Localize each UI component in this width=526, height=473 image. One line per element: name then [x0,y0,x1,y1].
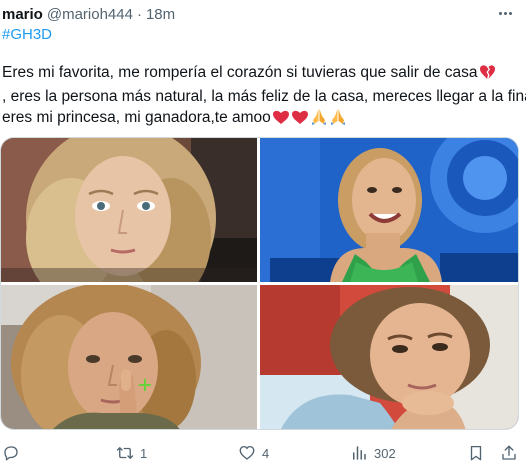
photo-woman-resting-chin[interactable] [260,285,518,429]
author-handle[interactable]: @marioh444 [47,6,133,23]
photo-woman-smiling-green-top[interactable] [260,138,518,282]
bookmark-button[interactable] [467,440,485,466]
media-grid [0,137,519,430]
tweet-timestamp[interactable]: 18m [146,6,175,23]
more-icon[interactable] [494,4,516,22]
retweet-count: 1 [140,445,148,461]
like-count: 4 [262,445,270,461]
retweet-button[interactable]: 1 [116,440,147,466]
red-heart-emoji [272,109,290,131]
like-button[interactable]: 4 [238,440,269,466]
reply-icon [2,444,20,462]
action-bar: 1 4 302 [0,440,526,466]
tweet-text-line-1: Eres mi favorita, me rompería el corazón… [2,62,524,86]
tweet-text-line-3: eres mi princesa, mi ganadora,te amoo [2,107,524,131]
views-count: 302 [374,445,396,461]
share-icon [500,444,518,462]
text-segment: eres mi princesa, mi ganadora,te amoo [2,109,271,126]
tweet-text: Eres mi favorita, me rompería el corazón… [2,62,526,131]
tweet-header: mario @marioh444 · 18m [2,3,175,25]
separator-dot: · [136,5,142,23]
text-segment: Eres mi favorita, me rompería el corazón… [2,64,478,81]
photo-woman-touching-eye[interactable] [1,285,257,429]
share-button[interactable] [500,440,518,466]
hashtag-link[interactable]: #GH3D [2,26,52,43]
broken-heart-emoji [479,64,496,86]
views-icon [350,444,368,462]
folded-hands-emoji [329,108,347,131]
tweet[interactable]: mario @marioh444 · 18m #GH3D Eres mi fav… [0,0,526,473]
red-heart-emoji [291,109,309,131]
reply-button[interactable] [2,440,26,466]
retweet-icon [116,444,134,462]
bookmark-icon [467,444,485,462]
folded-hands-emoji [310,108,328,131]
tweet-text-line-2: , eres la persona más natural, la más fe… [2,88,526,105]
photo-blonde-woman-closeup[interactable] [1,138,257,282]
like-icon [238,444,256,462]
author-name[interactable]: mario [2,6,43,23]
views-button[interactable]: 302 [350,440,396,466]
